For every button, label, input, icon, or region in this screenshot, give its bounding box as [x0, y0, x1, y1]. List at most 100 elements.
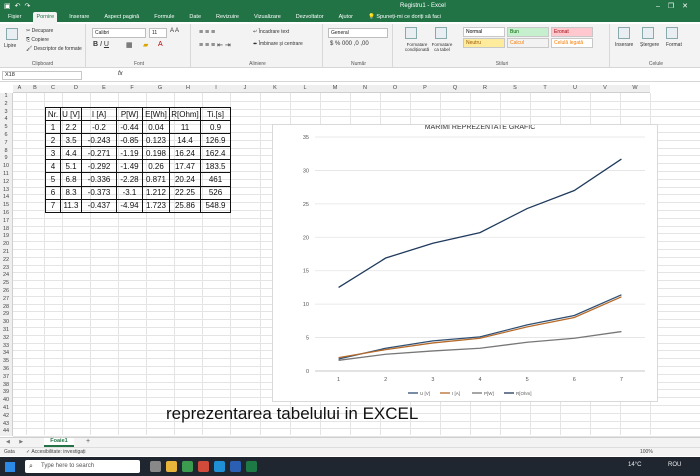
table-cell[interactable]: 14.4 — [169, 133, 201, 148]
number-format-icons[interactable]: $ % 000 ,0 ,00 — [330, 41, 369, 47]
wrap-text-button[interactable]: ↵ Încadrare text — [253, 29, 289, 35]
copy-button[interactable]: ⎘ Copiere — [26, 37, 49, 43]
table-cell[interactable]: 461 — [200, 172, 231, 187]
table-cell[interactable]: 526 — [200, 185, 231, 200]
table-cell[interactable]: 0.04 — [142, 120, 170, 135]
tab-formulas[interactable]: Formule — [151, 12, 177, 24]
table-cell[interactable]: 0.123 — [142, 133, 170, 148]
column-header-d[interactable]: D — [62, 85, 90, 93]
name-box[interactable]: X18 — [2, 71, 82, 80]
row-header-7[interactable]: 7 — [0, 139, 13, 148]
chrome-profile-icon[interactable] — [198, 461, 209, 472]
row-header-6[interactable]: 6 — [0, 132, 13, 140]
excel-icon[interactable] — [246, 461, 257, 472]
fill-color-icon[interactable]: ▰ — [143, 41, 148, 49]
table-cell[interactable]: 5.1 — [60, 159, 82, 174]
table-cell[interactable]: -4.94 — [116, 198, 143, 213]
delete-cells-icon[interactable] — [642, 27, 654, 39]
conditional-format-icon[interactable] — [405, 27, 417, 39]
border-icon[interactable]: ▦ — [126, 41, 133, 49]
row-header-1[interactable]: 1 — [0, 93, 13, 101]
format-cells-button[interactable]: Format — [666, 42, 682, 48]
row-header-12[interactable]: 12 — [0, 178, 13, 187]
column-header-u[interactable]: U — [560, 85, 590, 93]
cell-style-2[interactable]: Bun — [507, 27, 549, 37]
row-header-9[interactable]: 9 — [0, 155, 13, 164]
cell-style-5[interactable]: Calcul — [507, 38, 549, 48]
number-format-dropdown[interactable]: General — [328, 28, 388, 38]
column-header-j[interactable]: J — [230, 85, 260, 93]
horizontal-align-icons[interactable]: ≡ ≡ ≡ ⇤ ⇥ — [199, 41, 231, 49]
row-header-16[interactable]: 16 — [0, 210, 13, 218]
table-cell[interactable]: 4 — [45, 159, 61, 174]
row-header-34[interactable]: 34 — [0, 350, 13, 359]
table-cell[interactable]: 6.8 — [60, 172, 82, 187]
table-cell[interactable]: 22.25 — [169, 185, 201, 200]
row-header-33[interactable]: 33 — [0, 342, 13, 351]
tab-data[interactable]: Date — [186, 12, 204, 24]
table-cell[interactable]: -0.243 — [81, 133, 117, 148]
column-header-r[interactable]: R — [470, 85, 500, 93]
row-header-44[interactable]: 44 — [0, 428, 13, 437]
delete-cells-button[interactable]: Ștergere — [640, 42, 659, 48]
cell-style-1[interactable]: Normal — [463, 27, 505, 37]
row-header-10[interactable]: 10 — [0, 163, 13, 171]
column-header-g[interactable]: G — [146, 85, 174, 93]
word-icon[interactable] — [230, 461, 241, 472]
table-cell[interactable]: 1 — [45, 120, 61, 135]
row-header-4[interactable]: 4 — [0, 116, 13, 125]
table-cell[interactable]: 8.3 — [60, 185, 82, 200]
file-explorer-icon[interactable] — [166, 461, 177, 472]
zoom-level[interactable]: 100% — [640, 449, 653, 455]
column-header-p[interactable]: P — [410, 85, 440, 93]
table-cell[interactable]: 0.198 — [142, 146, 170, 161]
table-cell[interactable]: 0.26 — [142, 159, 170, 174]
row-header-25[interactable]: 25 — [0, 280, 13, 288]
table-cell[interactable]: -0.271 — [81, 146, 117, 161]
table-cell[interactable]: 20.24 — [169, 172, 201, 187]
table-cell[interactable]: -0.85 — [116, 133, 143, 148]
table-cell[interactable]: 6 — [45, 185, 61, 200]
row-header-17[interactable]: 17 — [0, 217, 13, 226]
table-cell[interactable]: -0.2 — [81, 120, 117, 135]
row-header-37[interactable]: 37 — [0, 373, 13, 382]
row-header-31[interactable]: 31 — [0, 327, 13, 335]
minimize-icon[interactable]: – — [656, 3, 668, 10]
sheet-nav-arrows[interactable]: ◀ ▶ — [6, 439, 27, 445]
row-header-39[interactable]: 39 — [0, 389, 13, 398]
insert-cells-icon[interactable] — [618, 27, 630, 39]
table-cell[interactable]: 2 — [45, 133, 61, 148]
table-cell[interactable]: 7 — [45, 198, 61, 213]
merge-center-button[interactable]: ⬌ Îmbinare și centrare — [253, 41, 303, 47]
row-header-32[interactable]: 32 — [0, 334, 13, 343]
restore-icon[interactable]: ❐ — [668, 3, 682, 10]
table-cell[interactable]: 1.212 — [142, 185, 170, 200]
vertical-align-icons[interactable]: ≡ ≡ ≡ — [199, 29, 215, 36]
language-indicator[interactable]: ROU — [668, 462, 681, 468]
taskbar-search[interactable]: ⌕ Type here to search — [25, 460, 140, 473]
table-cell[interactable]: -2.28 — [116, 172, 143, 187]
row-header-23[interactable]: 23 — [0, 264, 13, 273]
function-icon[interactable]: fx — [118, 71, 123, 77]
format-painter-button[interactable]: 🖌 Descriptor de formate — [26, 46, 82, 52]
row-header-14[interactable]: 14 — [0, 194, 13, 203]
row-header-21[interactable]: 21 — [0, 249, 13, 257]
column-header-i[interactable]: I — [202, 85, 230, 93]
table-cell[interactable]: -3.1 — [116, 185, 143, 200]
column-header-n[interactable]: N — [350, 85, 380, 93]
table-header-cell[interactable]: Ti.[s] — [200, 106, 231, 122]
row-header-19[interactable]: 19 — [0, 233, 13, 242]
table-cell[interactable]: 3 — [45, 146, 61, 161]
table-header-cell[interactable]: E[Wh] — [142, 106, 170, 122]
table-header-cell[interactable]: I [A] — [81, 106, 117, 122]
row-header-3[interactable]: 3 — [0, 108, 13, 117]
table-cell[interactable]: 0.871 — [142, 172, 170, 187]
column-header-k[interactable]: K — [260, 85, 290, 93]
row-header-28[interactable]: 28 — [0, 303, 13, 312]
column-header-f[interactable]: F — [118, 85, 146, 93]
tab-insert[interactable]: Inserare — [66, 12, 92, 24]
insert-cells-button[interactable]: Inserare — [615, 42, 633, 48]
sheet-tab-foaie1[interactable]: Foaie1 — [44, 438, 74, 447]
column-header-a[interactable]: A — [13, 85, 26, 93]
column-header-l[interactable]: L — [290, 85, 320, 93]
